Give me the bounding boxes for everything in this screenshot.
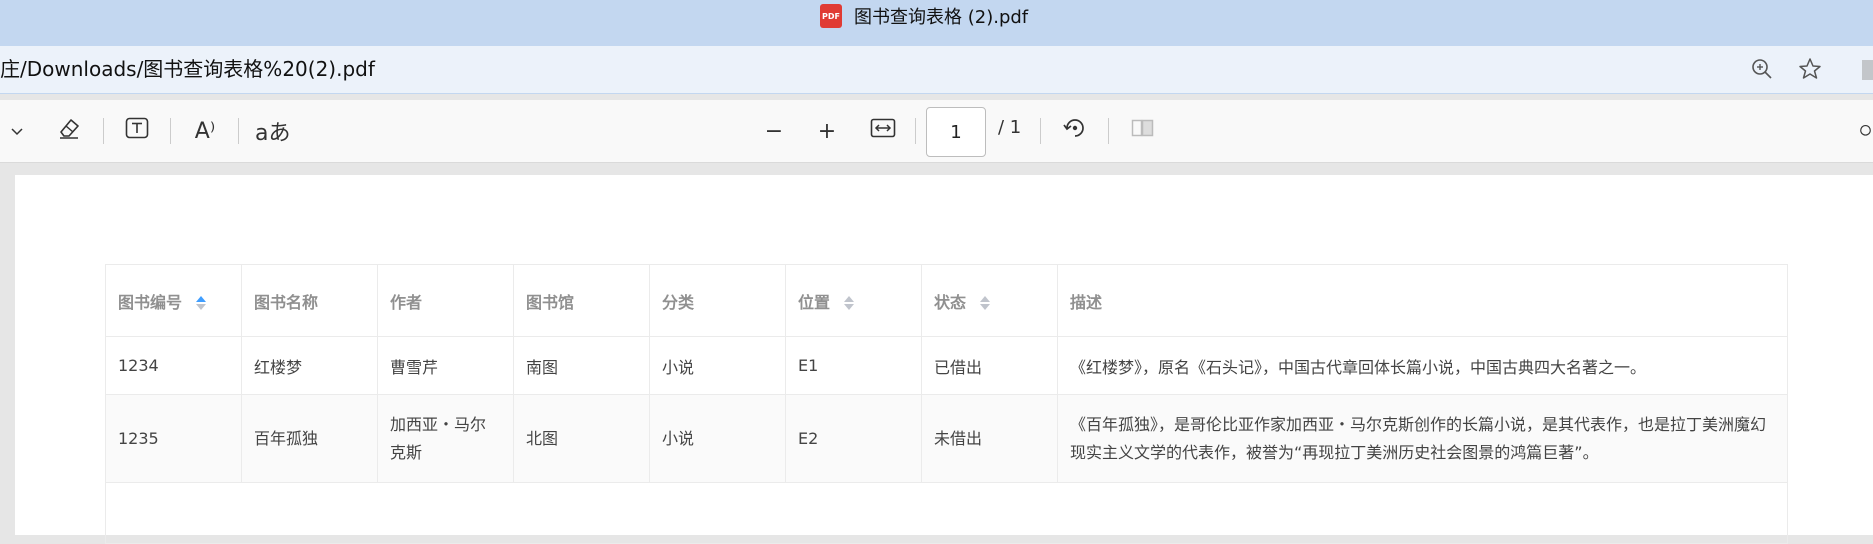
- add-text-button[interactable]: [122, 115, 152, 147]
- book-table: 图书编号 图书名称 作者 图书馆 分类 位置 状态 描述 1234 红楼梦 曹雪…: [105, 264, 1788, 544]
- read-aloud-icon: A⁾: [194, 118, 216, 144]
- cell-author: 曹雪芹: [377, 336, 514, 395]
- page-number-input[interactable]: 1: [926, 107, 986, 157]
- cell-book-id: 1234: [105, 336, 242, 395]
- cell-category: 小说: [649, 394, 786, 483]
- sort-icon[interactable]: [843, 296, 854, 310]
- zoom-out-button[interactable]: −: [759, 115, 789, 147]
- header-label: 状态: [934, 292, 967, 312]
- zoom-in-button[interactable]: +: [812, 115, 842, 147]
- toolbar-separator: [1108, 118, 1109, 144]
- search-icon[interactable]: [1858, 115, 1873, 147]
- two-page-icon: [1130, 117, 1156, 145]
- header-location[interactable]: 位置: [785, 264, 922, 337]
- header-description: 描述: [1057, 264, 1788, 337]
- two-page-view-button: [1128, 115, 1158, 147]
- toolbar-separator: [915, 118, 916, 144]
- plus-icon: +: [817, 118, 837, 144]
- cell-book-id: 1235: [105, 394, 242, 483]
- cell-book-name: 百年孤独: [241, 394, 378, 483]
- extension-icon[interactable]: [1862, 60, 1873, 80]
- cell-category: 小说: [649, 336, 786, 395]
- header-author: 作者: [377, 264, 514, 337]
- translate-button[interactable]: aあ: [255, 115, 290, 147]
- cell-library: 南图: [513, 336, 650, 395]
- cell-description: 《红楼梦》，原名《石头记》，中国古代章回体长篇小说，中国古典四大名著之一。: [1057, 336, 1788, 395]
- header-label: 图书编号: [118, 292, 183, 312]
- page-total-label: / 1: [998, 117, 1022, 138]
- cell-library: 北图: [513, 394, 650, 483]
- rotate-button[interactable]: [1060, 115, 1090, 147]
- toolbar-separator: [238, 118, 239, 144]
- header-label: 分类: [662, 292, 695, 312]
- header-label: 图书馆: [526, 292, 575, 312]
- cell-status: 已借出: [921, 336, 1058, 395]
- header-label: 位置: [798, 292, 831, 312]
- rotate-icon: [1062, 115, 1088, 147]
- sort-icon[interactable]: [979, 296, 990, 310]
- cell-description: 《百年孤独》，是哥伦比亚作家加西亚・马尔克斯创作的长篇小说，是其代表作，也是拉丁…: [1057, 394, 1788, 483]
- sort-icon[interactable]: [195, 296, 206, 310]
- chevron-down-icon[interactable]: [2, 115, 32, 147]
- pdf-toolbar: A⁾ aあ − + 1 / 1: [0, 100, 1873, 163]
- header-label: 描述: [1070, 292, 1103, 312]
- header-library: 图书馆: [513, 264, 650, 337]
- toolbar-separator: [1040, 118, 1041, 144]
- text-box-icon: [124, 115, 150, 147]
- header-book-name: 图书名称: [241, 264, 378, 337]
- minus-icon: −: [764, 118, 784, 144]
- header-status[interactable]: 状态: [921, 264, 1058, 337]
- table-empty-row: [105, 482, 1788, 544]
- table-row: 1235 百年孤独 加西亚・马尔克斯 北图 小说 E2 未借出 《百年孤独》，是…: [105, 394, 1788, 483]
- window-title: 图书查询表格 (2).pdf: [854, 7, 1029, 28]
- header-label: 图书名称: [254, 292, 319, 312]
- favorite-star-icon[interactable]: [1797, 56, 1823, 82]
- read-aloud-button[interactable]: A⁾: [190, 115, 220, 147]
- cell-author: 加西亚・马尔克斯: [377, 394, 514, 483]
- cell-status: 未借出: [921, 394, 1058, 483]
- table-row: 1234 红楼梦 曹雪芹 南图 小说 E1 已借出 《红楼梦》，原名《石头记》，…: [105, 336, 1788, 395]
- toolbar-separator: [103, 118, 104, 144]
- address-bar[interactable]: 庄/Downloads/图书查询表格%20(2).pdf: [0, 46, 1873, 94]
- table-header-row: 图书编号 图书名称 作者 图书馆 分类 位置 状态 描述: [105, 264, 1788, 337]
- title-bar: PDF 图书查询表格 (2).pdf: [0, 0, 1873, 46]
- fit-width-icon: [870, 117, 896, 145]
- pdf-page: 图书编号 图书名称 作者 图书馆 分类 位置 状态 描述 1234 红楼梦 曹雪…: [15, 175, 1873, 544]
- toolbar-separator: [170, 118, 171, 144]
- header-label: 作者: [390, 292, 423, 312]
- table-empty-cell: [105, 482, 1788, 544]
- cell-location: E2: [785, 394, 922, 483]
- cell-book-name: 红楼梦: [241, 336, 378, 395]
- header-category: 分类: [649, 264, 786, 337]
- url-text[interactable]: 庄/Downloads/图书查询表格%20(2).pdf: [0, 46, 375, 93]
- translate-icon: aあ: [255, 121, 291, 146]
- window-title-group: PDF 图书查询表格 (2).pdf: [820, 0, 1028, 32]
- zoom-icon[interactable]: [1749, 56, 1775, 82]
- header-book-id[interactable]: 图书编号: [105, 264, 242, 337]
- cell-location: E1: [785, 336, 922, 395]
- erase-button[interactable]: [54, 115, 84, 147]
- fit-width-button[interactable]: [868, 115, 898, 147]
- pdf-file-icon: PDF: [820, 4, 842, 28]
- eraser-icon: [56, 115, 82, 147]
